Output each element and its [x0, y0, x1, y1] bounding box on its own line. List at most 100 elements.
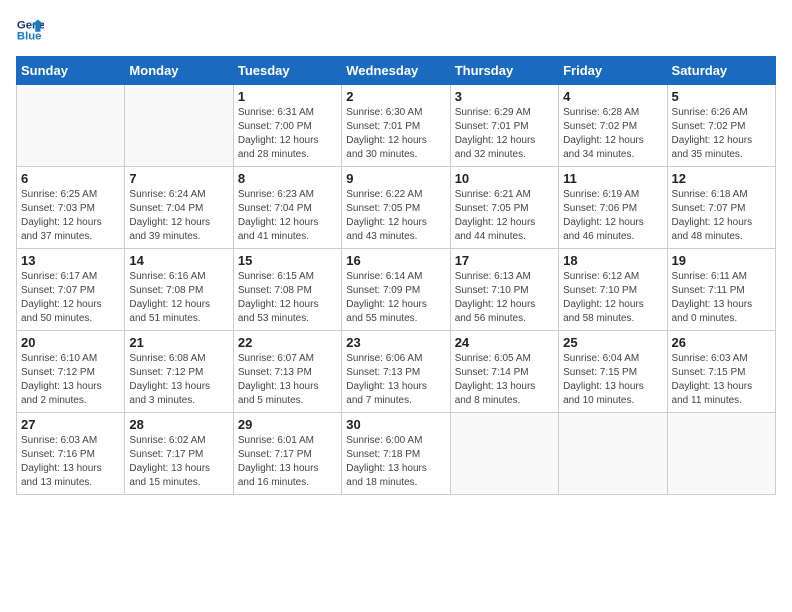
calendar-cell: 22 Sunrise: 6:07 AM Sunset: 7:13 PM Dayli…	[233, 331, 341, 413]
day-number: 21	[129, 335, 228, 350]
calendar-cell: 3 Sunrise: 6:29 AM Sunset: 7:01 PM Daylig…	[450, 85, 558, 167]
day-number: 4	[563, 89, 662, 104]
calendar-week-row: 13 Sunrise: 6:17 AM Sunset: 7:07 PM Dayli…	[17, 249, 776, 331]
day-number: 26	[672, 335, 771, 350]
day-info: Sunrise: 6:25 AM Sunset: 7:03 PM Dayligh…	[21, 188, 120, 244]
day-info: Sunrise: 6:22 AM Sunset: 7:05 PM Dayligh…	[346, 188, 445, 244]
calendar-cell: 7 Sunrise: 6:24 AM Sunset: 7:04 PM Daylig…	[125, 167, 233, 249]
calendar-cell: 25 Sunrise: 6:04 AM Sunset: 7:15 PM Dayli…	[559, 331, 667, 413]
weekday-header: Monday	[125, 57, 233, 85]
day-info: Sunrise: 6:02 AM Sunset: 7:17 PM Dayligh…	[129, 434, 228, 490]
day-number: 15	[238, 253, 337, 268]
calendar-cell: 4 Sunrise: 6:28 AM Sunset: 7:02 PM Daylig…	[559, 85, 667, 167]
day-number: 11	[563, 171, 662, 186]
day-number: 13	[21, 253, 120, 268]
day-info: Sunrise: 6:05 AM Sunset: 7:14 PM Dayligh…	[455, 352, 554, 408]
calendar-cell: 9Sunrise: 6:22 AM Sunset: 7:05 PM Daylig…	[342, 167, 450, 249]
calendar-week-row: 20 Sunrise: 6:10 AM Sunset: 7:12 PM Dayli…	[17, 331, 776, 413]
day-number: 7	[129, 171, 228, 186]
calendar-cell: 10 Sunrise: 6:21 AM Sunset: 7:05 PM Dayli…	[450, 167, 558, 249]
calendar-cell: 8 Sunrise: 6:23 AM Sunset: 7:04 PM Daylig…	[233, 167, 341, 249]
day-number: 3	[455, 89, 554, 104]
calendar-cell: 14 Sunrise: 6:16 AM Sunset: 7:08 PM Dayli…	[125, 249, 233, 331]
logo-icon: General Blue	[16, 16, 44, 44]
calendar-cell: 2 Sunrise: 6:30 AM Sunset: 7:01 PM Daylig…	[342, 85, 450, 167]
day-info: Sunrise: 6:24 AM Sunset: 7:04 PM Dayligh…	[129, 188, 228, 244]
calendar-cell: 26 Sunrise: 6:03 AM Sunset: 7:15 PM Dayli…	[667, 331, 775, 413]
calendar-header-row: SundayMondayTuesdayWednesdayThursdayFrid…	[17, 57, 776, 85]
calendar-cell: 20 Sunrise: 6:10 AM Sunset: 7:12 PM Dayli…	[17, 331, 125, 413]
calendar-cell: 30 Sunrise: 6:00 AM Sunset: 7:18 PM Dayli…	[342, 413, 450, 495]
day-number: 5	[672, 89, 771, 104]
day-info: Sunrise: 6:23 AM Sunset: 7:04 PM Dayligh…	[238, 188, 337, 244]
calendar: SundayMondayTuesdayWednesdayThursdayFrid…	[16, 56, 776, 495]
day-number: 29	[238, 417, 337, 432]
day-info: Sunrise: 6:29 AM Sunset: 7:01 PM Dayligh…	[455, 106, 554, 162]
calendar-week-row: 1 Sunrise: 6:31 AM Sunset: 7:00 PM Daylig…	[17, 85, 776, 167]
calendar-cell: 27 Sunrise: 6:03 AM Sunset: 7:16 PM Dayli…	[17, 413, 125, 495]
day-number: 23	[346, 335, 445, 350]
day-number: 24	[455, 335, 554, 350]
calendar-cell: 29 Sunrise: 6:01 AM Sunset: 7:17 PM Dayli…	[233, 413, 341, 495]
day-info: Sunrise: 6:21 AM Sunset: 7:05 PM Dayligh…	[455, 188, 554, 244]
day-number: 8	[238, 171, 337, 186]
calendar-cell: 28 Sunrise: 6:02 AM Sunset: 7:17 PM Dayli…	[125, 413, 233, 495]
day-number: 14	[129, 253, 228, 268]
day-number: 10	[455, 171, 554, 186]
day-number: 30	[346, 417, 445, 432]
calendar-cell: 5 Sunrise: 6:26 AM Sunset: 7:02 PM Daylig…	[667, 85, 775, 167]
calendar-cell: 19 Sunrise: 6:11 AM Sunset: 7:11 PM Dayli…	[667, 249, 775, 331]
calendar-week-row: 27 Sunrise: 6:03 AM Sunset: 7:16 PM Dayli…	[17, 413, 776, 495]
weekday-header: Sunday	[17, 57, 125, 85]
day-info: Sunrise: 6:10 AM Sunset: 7:12 PM Dayligh…	[21, 352, 120, 408]
day-info: Sunrise: 6:03 AM Sunset: 7:16 PM Dayligh…	[21, 434, 120, 490]
day-number: 20	[21, 335, 120, 350]
day-info: Sunrise: 6:14 AM Sunset: 7:09 PM Dayligh…	[346, 270, 445, 326]
calendar-cell: 6 Sunrise: 6:25 AM Sunset: 7:03 PM Daylig…	[17, 167, 125, 249]
weekday-header: Thursday	[450, 57, 558, 85]
day-number: 25	[563, 335, 662, 350]
calendar-cell: 23Sunrise: 6:06 AM Sunset: 7:13 PM Dayli…	[342, 331, 450, 413]
day-info: Sunrise: 6:08 AM Sunset: 7:12 PM Dayligh…	[129, 352, 228, 408]
day-info: Sunrise: 6:04 AM Sunset: 7:15 PM Dayligh…	[563, 352, 662, 408]
day-info: Sunrise: 6:18 AM Sunset: 7:07 PM Dayligh…	[672, 188, 771, 244]
svg-text:Blue: Blue	[17, 31, 42, 43]
day-info: Sunrise: 6:31 AM Sunset: 7:00 PM Dayligh…	[238, 106, 337, 162]
weekday-header: Saturday	[667, 57, 775, 85]
day-info: Sunrise: 6:03 AM Sunset: 7:15 PM Dayligh…	[672, 352, 771, 408]
day-info: Sunrise: 6:12 AM Sunset: 7:10 PM Dayligh…	[563, 270, 662, 326]
day-info: Sunrise: 6:16 AM Sunset: 7:08 PM Dayligh…	[129, 270, 228, 326]
day-number: 2	[346, 89, 445, 104]
day-info: Sunrise: 6:26 AM Sunset: 7:02 PM Dayligh…	[672, 106, 771, 162]
day-info: Sunrise: 6:17 AM Sunset: 7:07 PM Dayligh…	[21, 270, 120, 326]
day-number: 6	[21, 171, 120, 186]
day-number: 17	[455, 253, 554, 268]
calendar-cell: 13 Sunrise: 6:17 AM Sunset: 7:07 PM Dayli…	[17, 249, 125, 331]
weekday-header: Wednesday	[342, 57, 450, 85]
calendar-week-row: 6 Sunrise: 6:25 AM Sunset: 7:03 PM Daylig…	[17, 167, 776, 249]
day-info: Sunrise: 6:19 AM Sunset: 7:06 PM Dayligh…	[563, 188, 662, 244]
day-number: 1	[238, 89, 337, 104]
day-info: Sunrise: 6:00 AM Sunset: 7:18 PM Dayligh…	[346, 434, 445, 490]
calendar-cell: 15Sunrise: 6:15 AM Sunset: 7:08 PM Dayli…	[233, 249, 341, 331]
day-number: 18	[563, 253, 662, 268]
weekday-header: Tuesday	[233, 57, 341, 85]
calendar-cell: 11 Sunrise: 6:19 AM Sunset: 7:06 PM Dayli…	[559, 167, 667, 249]
day-number: 19	[672, 253, 771, 268]
day-info: Sunrise: 6:30 AM Sunset: 7:01 PM Dayligh…	[346, 106, 445, 162]
logo: General Blue	[16, 16, 46, 44]
header: General Blue	[16, 16, 776, 44]
calendar-cell: 1 Sunrise: 6:31 AM Sunset: 7:00 PM Daylig…	[233, 85, 341, 167]
calendar-cell: 12Sunrise: 6:18 AM Sunset: 7:07 PM Dayli…	[667, 167, 775, 249]
day-number: 27	[21, 417, 120, 432]
day-info: Sunrise: 6:28 AM Sunset: 7:02 PM Dayligh…	[563, 106, 662, 162]
day-info: Sunrise: 6:13 AM Sunset: 7:10 PM Dayligh…	[455, 270, 554, 326]
calendar-cell	[667, 413, 775, 495]
calendar-cell	[17, 85, 125, 167]
day-number: 22	[238, 335, 337, 350]
calendar-cell	[450, 413, 558, 495]
day-info: Sunrise: 6:11 AM Sunset: 7:11 PM Dayligh…	[672, 270, 771, 326]
day-number: 28	[129, 417, 228, 432]
day-info: Sunrise: 6:01 AM Sunset: 7:17 PM Dayligh…	[238, 434, 337, 490]
day-info: Sunrise: 6:07 AM Sunset: 7:13 PM Dayligh…	[238, 352, 337, 408]
